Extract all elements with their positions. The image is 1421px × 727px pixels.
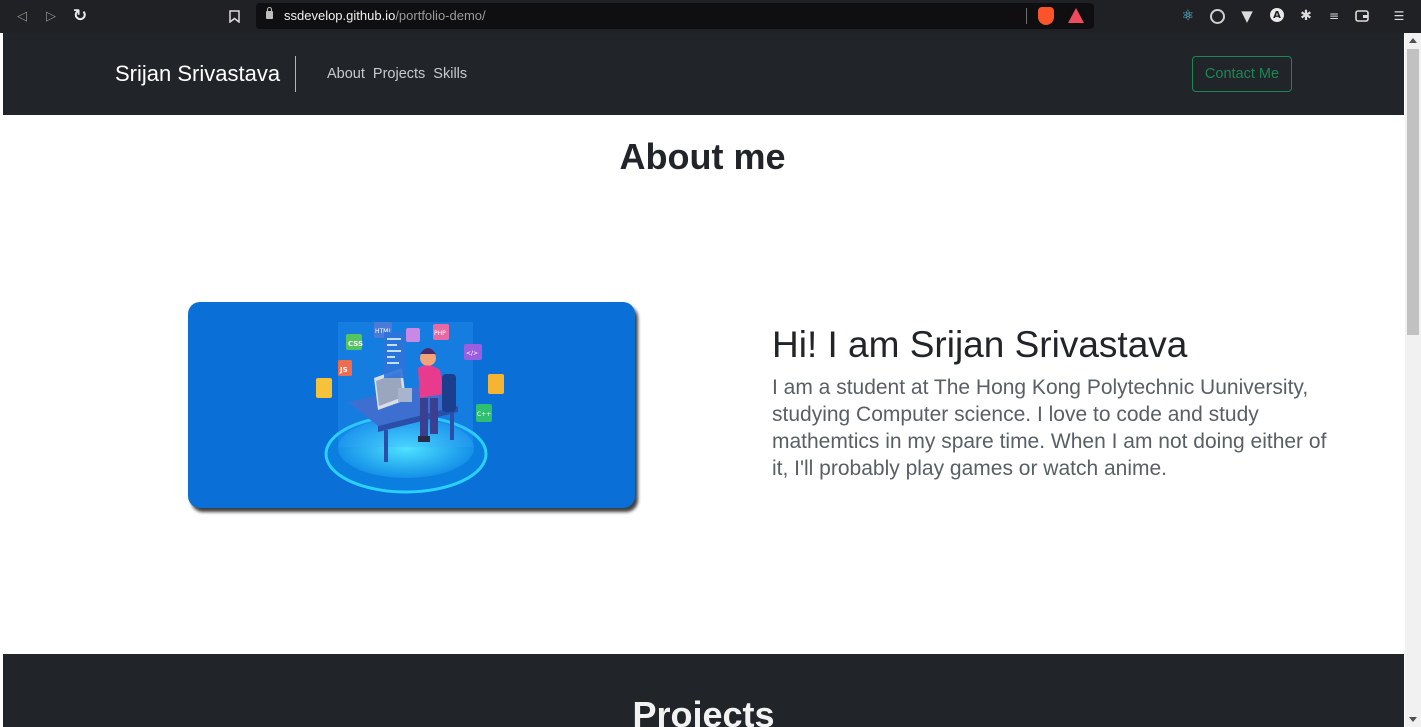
page-scrollbar[interactable] [1405,33,1421,727]
svg-text:JS: JS [339,366,348,374]
nav-link-about[interactable]: About [327,65,365,83]
nav-link-skills[interactable]: Skills [433,65,467,83]
react-devtools-icon[interactable]: ⚛ [1180,8,1196,24]
brave-shields-icon[interactable] [1038,7,1054,25]
url-divider [1026,8,1027,24]
forward-arrow-icon[interactable]: ▷ [41,6,61,26]
site-navbar: Srijan Srivastava About Projects Skills … [3,33,1404,115]
brand-divider [295,56,296,92]
about-heading: About me [619,136,786,177]
back-arrow-icon[interactable]: ◁ [12,6,32,26]
url-host: ssdevelop.github.io [284,8,396,23]
browser-toolbar: ◁ ▷ ↻ ssdevelop.github.io/portfolio-demo… [0,0,1421,33]
svg-text:CSS: CSS [348,340,363,348]
svg-text:C++: C++ [477,411,491,418]
address-bar[interactable]: ssdevelop.github.io/portfolio-demo/ [256,3,1094,29]
scroll-down-arrow-icon[interactable] [1409,717,1417,722]
svg-text:</>: </> [466,350,478,357]
brave-rewards-icon[interactable] [1068,8,1084,23]
nav-link-projects[interactable]: Projects [373,65,425,83]
reload-icon[interactable]: ↻ [70,6,90,26]
a-badge-icon[interactable]: A [1270,8,1284,22]
wallet-icon[interactable] [1354,8,1370,24]
projects-section: Projects [3,654,1404,727]
scroll-thumb[interactable] [1407,49,1419,335]
contact-me-button[interactable]: Contact Me [1192,56,1292,92]
reading-list-icon[interactable]: ≡ [1326,8,1342,24]
bio-paragraph: I am a student at The Hong Kong Polytech… [772,376,1327,480]
menu-icon[interactable]: ☰ [1391,8,1407,24]
url-text: ssdevelop.github.io/portfolio-demo/ [284,8,486,24]
scroll-up-arrow-icon[interactable] [1409,38,1417,43]
bookmark-icon[interactable] [226,7,242,25]
developer-illustration: CSS HTML PHP JS </> C++ [188,302,635,508]
lock-icon [266,7,273,19]
brand-name[interactable]: Srijan Srivastava [115,60,280,88]
target-icon[interactable] [1210,9,1225,24]
nav-links: About Projects Skills [327,65,475,83]
puzzle-icon[interactable]: ✱ [1298,8,1314,24]
svg-text:PHP: PHP [434,330,446,337]
greeting-heading: Hi! I am Srijan Srivastava [772,324,1188,365]
vue-icon[interactable]: ▼ [1239,7,1255,25]
url-path: /portfolio-demo/ [395,8,486,23]
projects-heading: Projects [632,694,775,727]
